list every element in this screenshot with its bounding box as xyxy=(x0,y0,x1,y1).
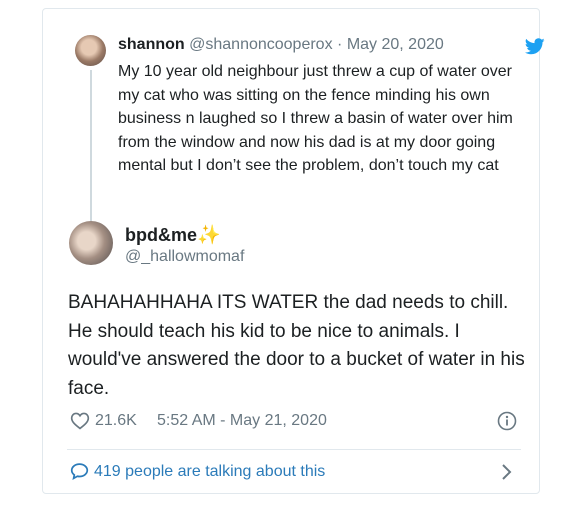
quoted-date[interactable]: May 20, 2020 xyxy=(347,36,444,53)
twitter-bird-icon[interactable] xyxy=(525,38,545,55)
quoted-tweet-text: My 10 year old neighbour just threw a cu… xyxy=(118,63,513,174)
tweet-timestamp[interactable]: 5:52 AM - May 21, 2020 xyxy=(157,412,327,430)
heart-icon[interactable] xyxy=(70,411,90,430)
author-name-text: bpd&me xyxy=(125,225,197,245)
author-avatar[interactable] xyxy=(69,221,113,265)
info-icon[interactable] xyxy=(497,411,517,431)
conversation-link[interactable]: 419 people are talking about this xyxy=(70,460,530,484)
author-name[interactable]: bpd&me✨ xyxy=(125,223,221,247)
tweet-meta: 21.6K 5:52 AM - May 21, 2020 xyxy=(70,410,530,434)
embedded-tweet-card[interactable]: shannon @shannoncooperox · May 20, 2020 … xyxy=(42,8,545,494)
talking-about-text[interactable]: 419 people are talking about this xyxy=(94,463,325,481)
quoted-author-handle[interactable]: @shannoncooperox xyxy=(189,36,332,53)
thread-line xyxy=(90,70,92,234)
like-count[interactable]: 21.6K xyxy=(95,412,137,430)
sparkles-emoji: ✨ xyxy=(197,225,221,246)
quoted-header: shannon @shannoncooperox · May 20, 2020 xyxy=(118,36,444,54)
quoted-avatar[interactable] xyxy=(75,35,106,66)
quoted-author-name[interactable]: shannon xyxy=(118,36,185,53)
speech-bubble-icon xyxy=(70,463,89,480)
tweet-text: BAHAHAHHAHA ITS WATER the dad needs to c… xyxy=(68,292,525,399)
author-handle[interactable]: @_hallowmomaf xyxy=(125,248,244,266)
quoted-separator: · xyxy=(337,36,343,53)
chevron-right-icon[interactable] xyxy=(500,462,514,482)
divider xyxy=(67,449,521,450)
